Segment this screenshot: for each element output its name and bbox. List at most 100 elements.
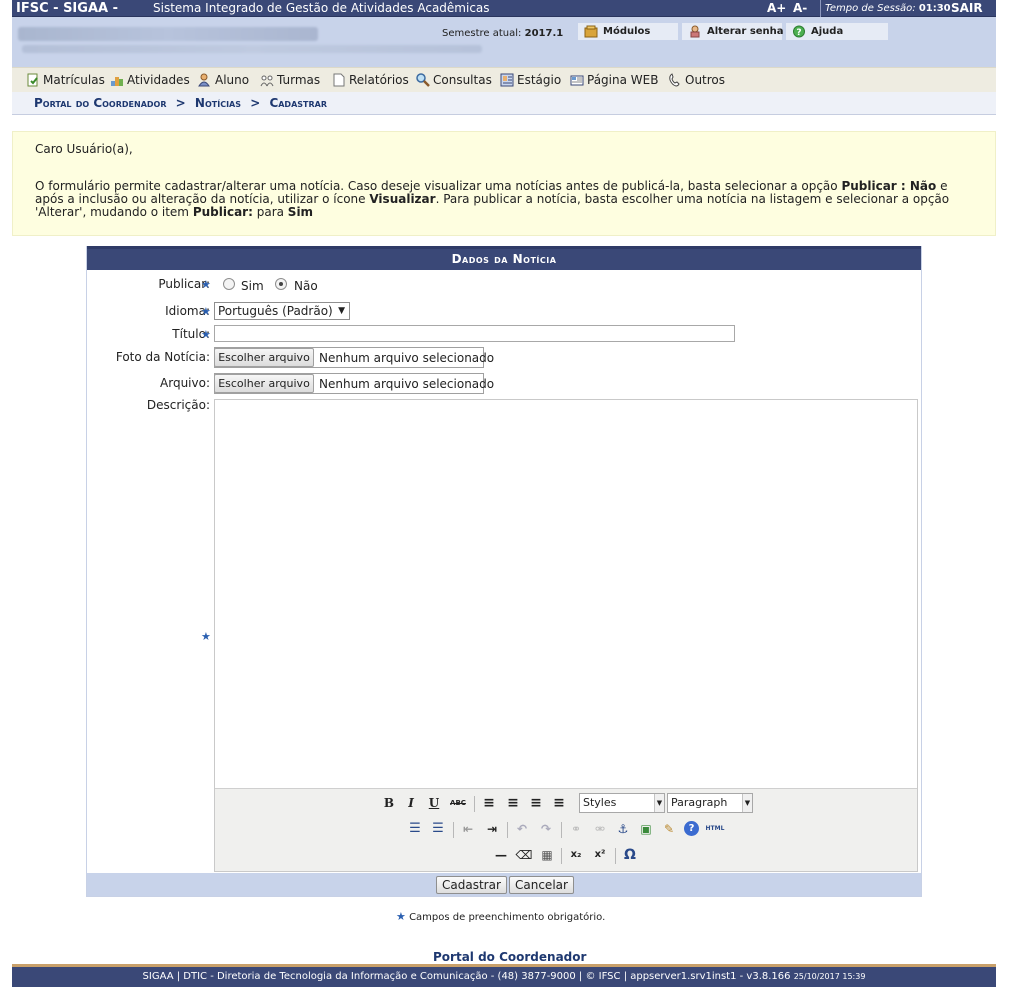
phone-icon xyxy=(669,73,680,87)
font-increase-button[interactable]: A+ xyxy=(767,0,786,17)
styles-select[interactable]: Styles ▼ xyxy=(579,793,665,813)
submit-button[interactable]: Cadastrar xyxy=(436,876,507,894)
help-bold-visualize: Visualizar xyxy=(369,192,436,206)
justify-icon[interactable]: ≡ xyxy=(549,793,569,813)
publish-yes-label[interactable]: Sim xyxy=(241,279,264,293)
search-icon xyxy=(416,73,430,87)
semester-value: 2017.1 xyxy=(524,28,564,39)
photo-choose-file-button[interactable]: Escolher arquivo xyxy=(214,348,314,367)
help-icon: ? xyxy=(793,25,805,38)
required-star-icon: ★ xyxy=(396,910,406,923)
form-actions: Cadastrar Cancelar xyxy=(87,873,921,896)
editor-toolbar: B I U ABC ≡ ≡ ≡ ≡ Styles ▼ Paragraph ▼ ☰… xyxy=(215,788,917,871)
help-icon[interactable]: ? xyxy=(684,821,699,836)
user-info-bar: Semestre atual: 2017.1 Módulos Alterar s… xyxy=(12,17,996,67)
align-left-icon[interactable]: ≡ xyxy=(479,793,499,813)
italic-button[interactable]: I xyxy=(401,793,421,813)
underline-button[interactable]: U xyxy=(424,793,444,813)
menu-matriculas[interactable]: Matrículas xyxy=(26,73,105,87)
footer-timestamp: 25/10/2017 15:39 xyxy=(793,972,866,981)
help-box: Caro Usuário(a), O formulário permite ca… xyxy=(12,131,996,236)
activities-icon xyxy=(111,77,123,86)
toolbar-separator xyxy=(507,822,508,838)
semester-label: Semestre atual: xyxy=(442,28,522,39)
session-time: 01:30 xyxy=(918,3,951,14)
change-password-button[interactable]: Alterar senha xyxy=(682,23,784,40)
modules-button[interactable]: Módulos xyxy=(578,23,678,40)
menu-atividades[interactable]: Atividades xyxy=(110,73,190,87)
cancel-button[interactable]: Cancelar xyxy=(509,876,574,894)
menu-turmas[interactable]: Turmas xyxy=(260,73,320,87)
menu-estagio[interactable]: Estágio xyxy=(500,73,561,87)
menu-aluno[interactable]: Aluno xyxy=(198,73,249,87)
language-select[interactable]: Português (Padrão) ▼ xyxy=(214,302,350,320)
help-button[interactable]: ? Ajuda xyxy=(786,23,888,40)
undo-icon[interactable]: ↶ xyxy=(512,819,532,839)
breadcrumb-portal[interactable]: Portal do Coordenador xyxy=(34,96,166,110)
logout-button[interactable]: SAIR xyxy=(951,0,983,17)
paragraph-select[interactable]: Paragraph ▼ xyxy=(667,793,753,813)
user-unit-blurred xyxy=(22,45,482,53)
redo-icon[interactable]: ↷ xyxy=(536,819,556,839)
attachment-choose-file-button[interactable]: Escolher arquivo xyxy=(214,374,314,393)
publish-yes-radio[interactable] xyxy=(223,278,235,290)
strikethrough-button[interactable]: ABC xyxy=(448,793,468,813)
align-right-icon[interactable]: ≡ xyxy=(526,793,546,813)
menu-pagina-web[interactable]: Página WEB xyxy=(570,73,658,87)
description-editor-area[interactable] xyxy=(215,400,917,787)
web-page-icon xyxy=(570,75,584,86)
portal-link[interactable]: Portal do Coordenador xyxy=(433,950,586,964)
bold-button[interactable]: B xyxy=(379,793,399,813)
image-icon[interactable]: ▣ xyxy=(636,819,656,839)
classes-icon xyxy=(260,75,274,87)
help-greeting: Caro Usuário(a), xyxy=(35,142,133,156)
menu-label: Aluno xyxy=(215,73,250,87)
photo-label: Foto da Notícia: xyxy=(115,350,210,364)
required-star-icon: ★ xyxy=(201,328,211,341)
student-icon xyxy=(198,73,210,87)
system-brand: IFSC - SIGAA - xyxy=(16,1,118,16)
toolbar-separator xyxy=(615,848,616,864)
breadcrumb-news[interactable]: Notícias xyxy=(195,96,241,110)
dropdown-arrow-icon: ▼ xyxy=(338,306,345,316)
eraser-icon[interactable]: ⌫ xyxy=(514,845,534,865)
html-source-icon[interactable]: HTML xyxy=(705,819,725,839)
publish-no-label[interactable]: Não xyxy=(294,279,318,293)
session-timer: Tempo de Sessão: 01:30 xyxy=(820,0,951,17)
title-input[interactable] xyxy=(214,325,735,342)
page-footer: SIGAA | DTIC - Diretoria de Tecnologia d… xyxy=(12,964,996,987)
help-text: O formulário permite cadastrar/alterar u… xyxy=(35,180,973,219)
cleanup-icon[interactable]: ✎ xyxy=(659,819,679,839)
menu-relatorios[interactable]: Relatórios xyxy=(332,73,409,87)
paragraph-label: Paragraph xyxy=(671,796,728,809)
menu-outros[interactable]: Outros xyxy=(668,73,725,87)
language-selected: Português (Padrão) xyxy=(218,304,333,318)
svg-text:?: ? xyxy=(796,28,801,38)
publish-no-radio[interactable] xyxy=(275,278,287,290)
required-star-icon: ★ xyxy=(201,278,211,291)
photo-file-status: Nenhum arquivo selecionado xyxy=(319,351,495,365)
menu-label: Página WEB xyxy=(587,73,659,87)
menu-consultas[interactable]: Consultas xyxy=(416,73,492,87)
subscript-icon[interactable]: x₂ xyxy=(566,845,586,865)
indent-icon[interactable]: ⇥ xyxy=(482,819,502,839)
link-icon[interactable]: ⚭ xyxy=(566,819,586,839)
toolbar-separator xyxy=(561,822,562,838)
superscript-icon[interactable]: x² xyxy=(590,845,610,865)
special-char-icon[interactable]: Ω xyxy=(620,845,640,865)
anchor-icon[interactable]: ⚓ xyxy=(613,819,633,839)
table-icon[interactable]: ▦ xyxy=(537,845,557,865)
horizontal-rule-icon[interactable]: — xyxy=(491,845,511,865)
bullet-list-icon[interactable]: ☰ xyxy=(405,819,425,839)
breadcrumb-separator: > xyxy=(250,96,261,110)
required-star-icon: ★ xyxy=(201,305,211,318)
help-text-part: O formulário permite cadastrar/alterar u… xyxy=(35,179,842,193)
font-decrease-button[interactable]: A- xyxy=(793,0,807,17)
dropdown-arrow-icon: ▼ xyxy=(654,794,664,812)
top-bar: IFSC - SIGAA - Sistema Integrado de Gest… xyxy=(12,0,996,17)
align-center-icon[interactable]: ≡ xyxy=(503,793,523,813)
required-fields-note: ★ Campos de preenchimento obrigatório. xyxy=(396,910,605,923)
outdent-icon[interactable]: ⇤ xyxy=(458,819,478,839)
numbered-list-icon[interactable]: ☰ xyxy=(428,819,448,839)
unlink-icon[interactable]: ⚮ xyxy=(590,819,610,839)
